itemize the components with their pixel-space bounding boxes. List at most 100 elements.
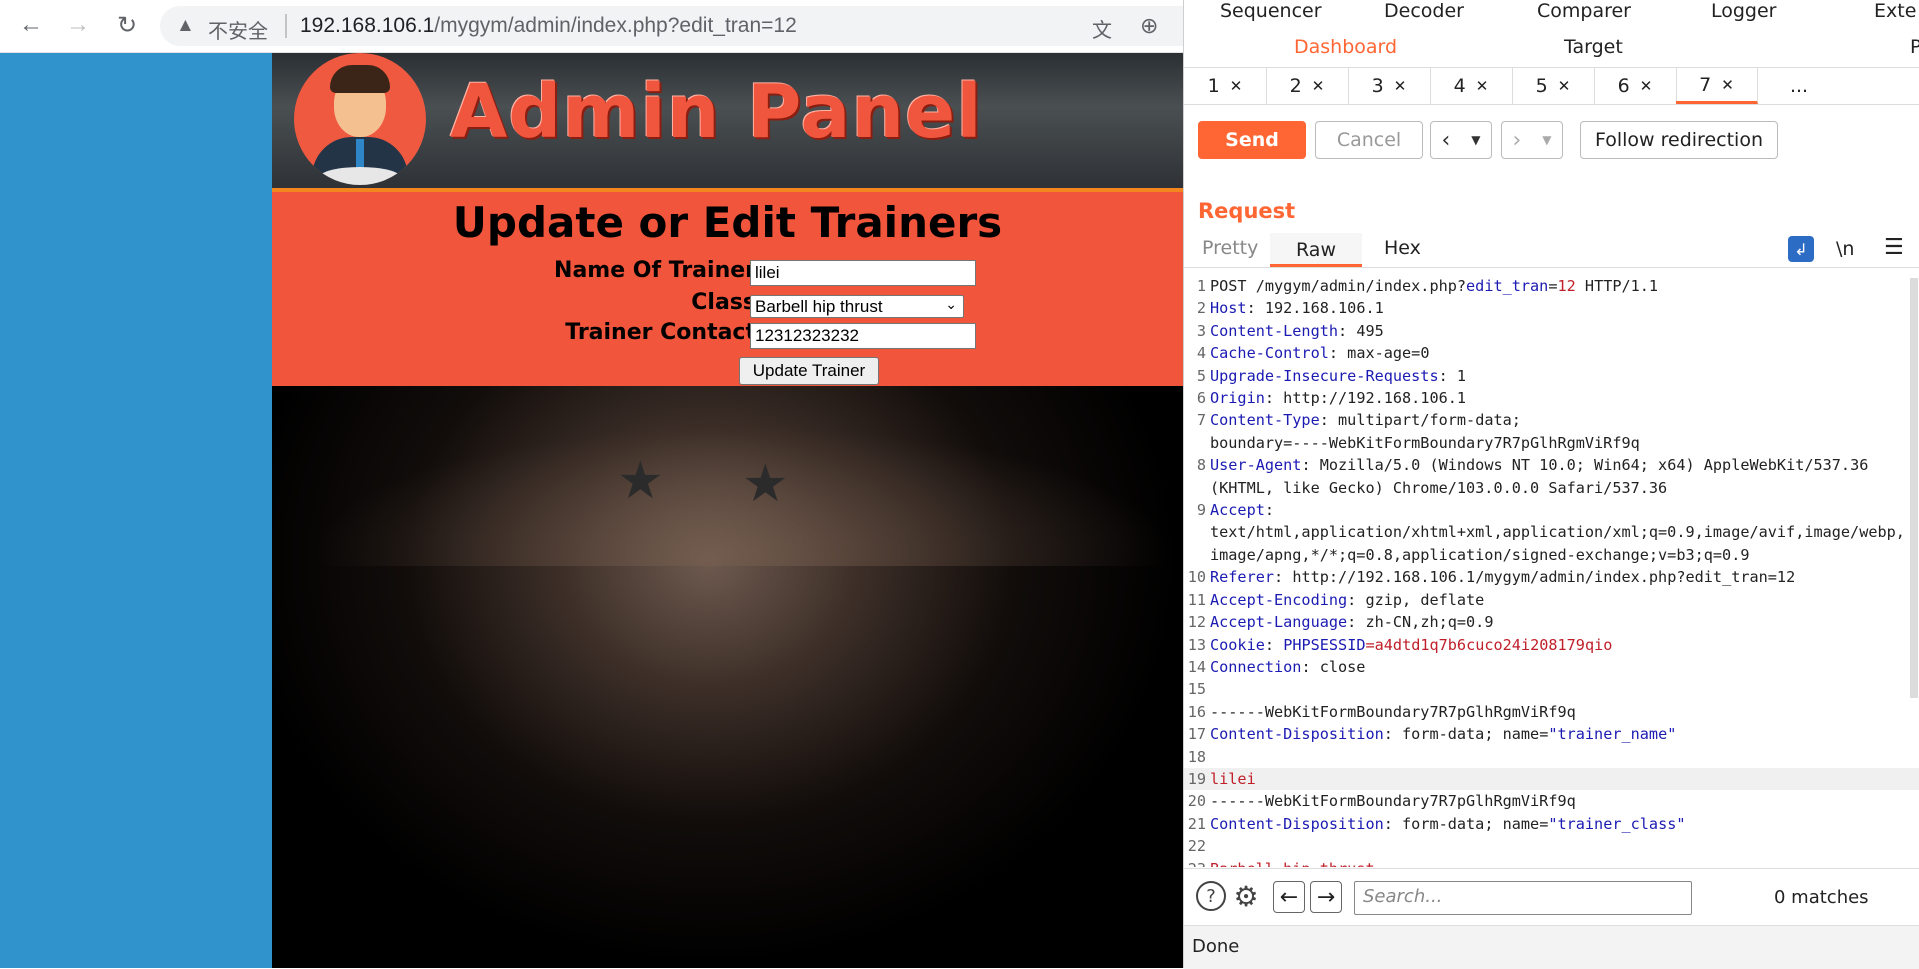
repeater-tab[interactable]: 1 ✕ — [1184, 68, 1267, 104]
request-line[interactable]: 22 — [1184, 835, 1919, 857]
request-line[interactable]: 15 — [1184, 678, 1919, 700]
close-icon[interactable]: ✕ — [1558, 77, 1571, 95]
trainer-name-input[interactable]: lilei — [750, 260, 976, 286]
request-line[interactable]: 5 Upgrade-Insecure-Requests: 1 — [1184, 365, 1919, 387]
request-line[interactable]: 12 Accept-Language: zh-CN,zh;q=0.9 — [1184, 611, 1919, 633]
tool-tab[interactable]: P — [1910, 36, 1919, 58]
menu-icon[interactable]: ☰ — [1884, 235, 1904, 260]
trainer-contact-label: Trainer Contact — [565, 320, 756, 345]
request-line[interactable]: 7 Content-Type: multipart/form-data; — [1184, 409, 1919, 431]
repeater-tab[interactable]: 5 ✕ — [1512, 68, 1595, 104]
header-key: Upgrade-Insecure-Requests — [1210, 366, 1439, 385]
request-line[interactable]: 9 Accept: — [1184, 499, 1919, 521]
request-line[interactable]: 3 Content-Length: 495 — [1184, 320, 1919, 342]
request-line[interactable]: text/html,application/xhtml+xml,applicat… — [1184, 521, 1919, 543]
request-line[interactable]: 19 lilei — [1184, 767, 1919, 791]
request-line[interactable]: 4 Cache-Control: max-age=0 — [1184, 342, 1919, 364]
header-value: (KHTML, like Gecko) Chrome/103.0.0.0 Saf… — [1210, 478, 1668, 497]
line-content: boundary=----WebKitFormBoundary7R7pGlhRg… — [1210, 432, 1919, 454]
gear-icon[interactable]: ⚙ — [1231, 880, 1261, 913]
request-line[interactable]: 14 Connection: close — [1184, 656, 1919, 678]
request-line[interactable]: boundary=----WebKitFormBoundary7R7pGlhRg… — [1184, 432, 1919, 454]
send-button[interactable]: Send — [1198, 121, 1306, 159]
repeater-tab-label: 6 — [1617, 75, 1630, 97]
header-key: Content-Disposition — [1210, 814, 1384, 833]
close-icon[interactable]: ✕ — [1312, 77, 1325, 95]
line-content: image/apng,*/*;q=0.8,application/signed-… — [1210, 544, 1919, 566]
newline-toggle[interactable]: \n — [1836, 238, 1854, 260]
body-value: Barbell hip thrust — [1210, 860, 1375, 867]
tool-tab[interactable]: Sequencer — [1220, 0, 1322, 22]
back-arrow-icon[interactable]: ← — [16, 10, 46, 40]
history-back-button[interactable]: ‹ ▼ — [1430, 121, 1492, 159]
repeater-tab[interactable]: 6 ✕ — [1594, 68, 1677, 104]
dropdown-icon[interactable]: ▼ — [1542, 133, 1551, 147]
url-text[interactable]: 192.168.106.1/mygym/admin/index.php?edit… — [300, 14, 797, 38]
request-line[interactable]: 21 Content-Disposition: form-data; name="… — [1184, 813, 1919, 835]
tool-tab[interactable]: Decoder — [1384, 0, 1464, 22]
tool-tab[interactable]: Exte — [1874, 0, 1916, 22]
burp-suite-panel: Sequencer Decoder Comparer Logger Exte D… — [1183, 0, 1919, 969]
warning-icon[interactable]: ▲ — [176, 15, 195, 37]
close-icon[interactable]: ✕ — [1230, 77, 1243, 95]
header-key: Accept — [1210, 501, 1265, 520]
follow-redirection-button[interactable]: Follow redirection — [1580, 121, 1778, 159]
repeater-tab[interactable]: 4 ✕ — [1430, 68, 1513, 104]
repeater-tab-more[interactable]: ... — [1758, 68, 1840, 104]
request-line[interactable]: 8 User-Agent: Mozilla/5.0 (Windows NT 10.… — [1184, 454, 1919, 476]
request-line[interactable]: 23Barbell hip thrust — [1184, 858, 1919, 867]
request-line[interactable]: image/apng,*/*;q=0.8,application/signed-… — [1184, 544, 1919, 566]
cancel-button[interactable]: Cancel — [1315, 121, 1423, 159]
request-line[interactable]: 10 Referer: http://192.168.106.1/mygym/ad… — [1184, 566, 1919, 588]
request-line[interactable]: 17 Content-Disposition: form-data; name="… — [1184, 723, 1919, 745]
header-colon: : — [1383, 814, 1393, 833]
request-line[interactable]: 20 ------WebKitFormBoundary7R7pGlhRgmViRf… — [1184, 790, 1919, 812]
word-wrap-icon[interactable]: ↲ — [1788, 236, 1814, 262]
close-icon[interactable]: ✕ — [1476, 77, 1489, 95]
tool-tab-dashboard[interactable]: Dashboard — [1294, 36, 1397, 58]
request-line[interactable]: 2 Host: 192.168.106.1 — [1184, 297, 1919, 319]
close-icon[interactable]: ✕ — [1721, 76, 1734, 94]
request-line[interactable]: 1 POST /mygym/admin/index.php?edit_tran=1… — [1184, 275, 1919, 297]
tab-hex[interactable]: Hex — [1384, 237, 1421, 259]
line-number — [1184, 521, 1210, 543]
chevron-left-icon: ‹ — [1441, 127, 1451, 153]
zoom-icon[interactable]: ⊕ — [1140, 13, 1158, 39]
line-content — [1210, 746, 1919, 768]
help-icon[interactable]: ? — [1196, 881, 1226, 911]
tool-tab[interactable]: Target — [1564, 36, 1623, 58]
repeater-tab[interactable]: 2 ✕ — [1266, 68, 1349, 104]
trainer-name-label: Name Of Trainer — [554, 258, 756, 283]
header-key: Accept-Language — [1210, 613, 1348, 632]
search-input[interactable]: Search... — [1354, 881, 1692, 915]
request-line[interactable]: (KHTML, like Gecko) Chrome/103.0.0.0 Saf… — [1184, 477, 1919, 499]
class-select[interactable]: Barbell hip thrust ⌄ — [750, 295, 964, 318]
trainer-contact-input[interactable]: 12312323232 — [750, 323, 976, 349]
dropdown-icon[interactable]: ▼ — [1471, 133, 1480, 147]
request-line[interactable]: 11 Accept-Encoding: gzip, deflate — [1184, 589, 1919, 611]
next-match-button[interactable]: → — [1310, 881, 1342, 913]
request-line[interactable]: 16 ------WebKitFormBoundary7R7pGlhRgmViRf… — [1184, 701, 1919, 723]
header-value: ------WebKitFormBoundary7R7pGlhRgmViRf9q — [1210, 702, 1576, 721]
insecure-label[interactable]: 不安全 — [208, 15, 268, 44]
editor-scrollbar[interactable] — [1910, 278, 1918, 698]
translate-icon[interactable]: 文 — [1092, 14, 1112, 43]
previous-match-button[interactable]: ← — [1273, 881, 1305, 913]
repeater-tab-active[interactable]: 7 ✕ — [1676, 68, 1758, 104]
update-trainer-button[interactable]: Update Trainer — [739, 357, 879, 385]
forward-arrow-icon[interactable]: → — [63, 10, 93, 40]
request-line[interactable]: 6 Origin: http://192.168.106.1 — [1184, 387, 1919, 409]
request-editor[interactable]: 1 POST /mygym/admin/index.php?edit_tran=1… — [1184, 275, 1919, 867]
reload-icon[interactable]: ↻ — [112, 10, 142, 40]
close-icon[interactable]: ✕ — [1394, 77, 1407, 95]
address-bar[interactable]: ▲ 不安全 192.168.106.1/mygym/admin/index.ph… — [160, 6, 1183, 46]
tab-raw[interactable]: Raw — [1270, 233, 1362, 267]
tool-tab[interactable]: Comparer — [1537, 0, 1631, 22]
close-icon[interactable]: ✕ — [1640, 77, 1653, 95]
request-line[interactable]: 13 Cookie: PHPSESSID=a4dtd1q7b6cuco24i208… — [1184, 634, 1919, 656]
tool-tab[interactable]: Logger — [1711, 0, 1777, 22]
request-line[interactable]: 18 — [1184, 746, 1919, 768]
history-forward-button[interactable]: › ▼ — [1501, 121, 1563, 159]
repeater-tab[interactable]: 3 ✕ — [1348, 68, 1431, 104]
tab-pretty[interactable]: Pretty — [1202, 237, 1258, 259]
